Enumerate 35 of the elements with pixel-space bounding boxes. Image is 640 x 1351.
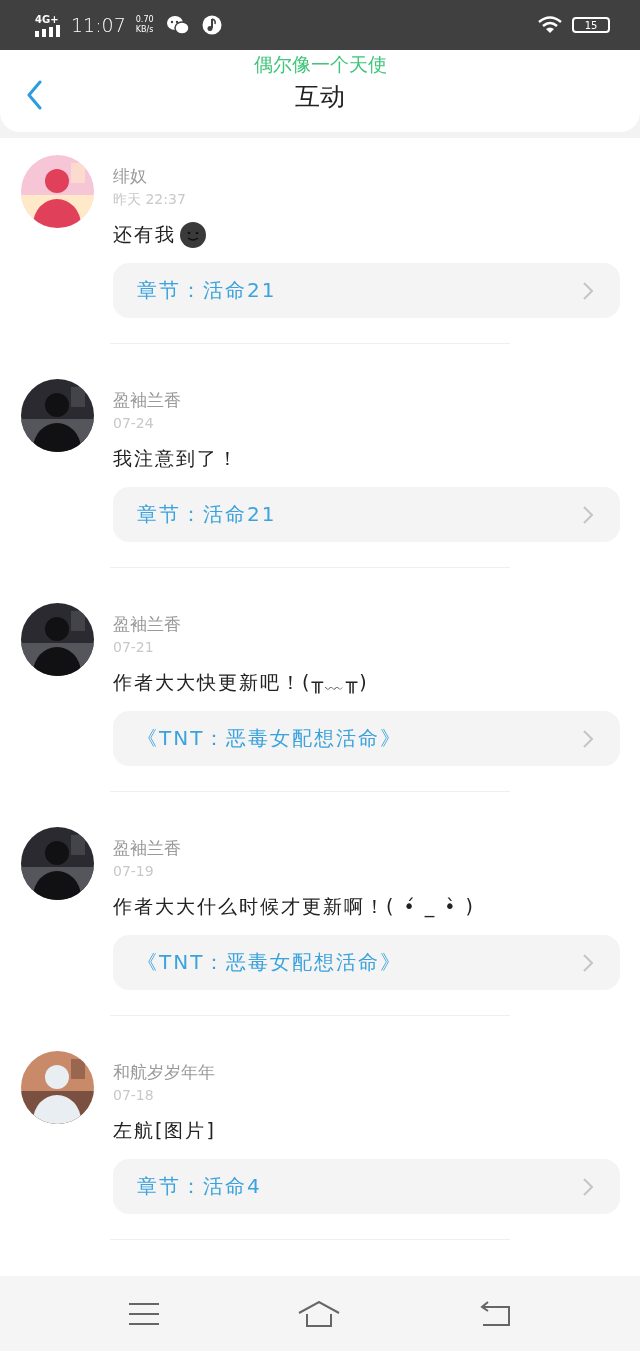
chevron-icon: [582, 280, 594, 301]
chapter-link[interactable]: 章节：活命4: [113, 1159, 620, 1214]
battery-icon: 15: [572, 17, 610, 33]
chat-icon: [165, 15, 190, 35]
chevron-icon: [582, 504, 594, 525]
comment-text: 我注意到了！: [113, 446, 239, 471]
chevron-icon: [582, 1176, 594, 1197]
comment-text: 作者大大什么时候才更新啊！( •́ _ •̀ ): [113, 894, 475, 920]
speed-value: 0.70: [135, 15, 154, 25]
clock: 11:07: [71, 14, 126, 36]
user-name: 盈袖兰香: [113, 837, 182, 860]
chapter-link[interactable]: 章节：活命21: [113, 263, 620, 318]
comment-text: 作者大大快更新吧！(╥﹏╥): [113, 670, 369, 696]
user-name: 盈袖兰香: [113, 389, 182, 412]
music-icon: [201, 15, 222, 35]
page-title: 互动: [295, 80, 345, 113]
chapter-link[interactable]: 章节：活命21: [113, 487, 620, 542]
speed-unit: KB/s: [135, 25, 154, 35]
menu-icon[interactable]: [129, 1301, 160, 1326]
home-icon[interactable]: [298, 1300, 340, 1327]
chevron-icon: [582, 952, 594, 973]
chevron-icon: [582, 728, 594, 749]
back-icon[interactable]: [478, 1300, 511, 1327]
user-name: 和航岁岁年年: [113, 1061, 216, 1084]
wifi-icon: [538, 16, 562, 34]
chapter-link[interactable]: 《TNT：恶毒女配想活命》: [113, 711, 620, 766]
lyric-text: 偶尔像一个天使: [253, 52, 387, 76]
user-name: 绯奴: [113, 165, 148, 188]
back-icon[interactable]: [26, 80, 42, 110]
chapter-link[interactable]: 《TNT：恶毒女配想活命》: [113, 935, 620, 990]
signal-icon: [35, 24, 61, 37]
user-name: 盈袖兰香: [113, 613, 182, 636]
network-label: 4G+: [35, 13, 59, 25]
comment-text: 左航[图片]: [113, 1118, 216, 1143]
comment-text: 还有我: [113, 222, 176, 247]
